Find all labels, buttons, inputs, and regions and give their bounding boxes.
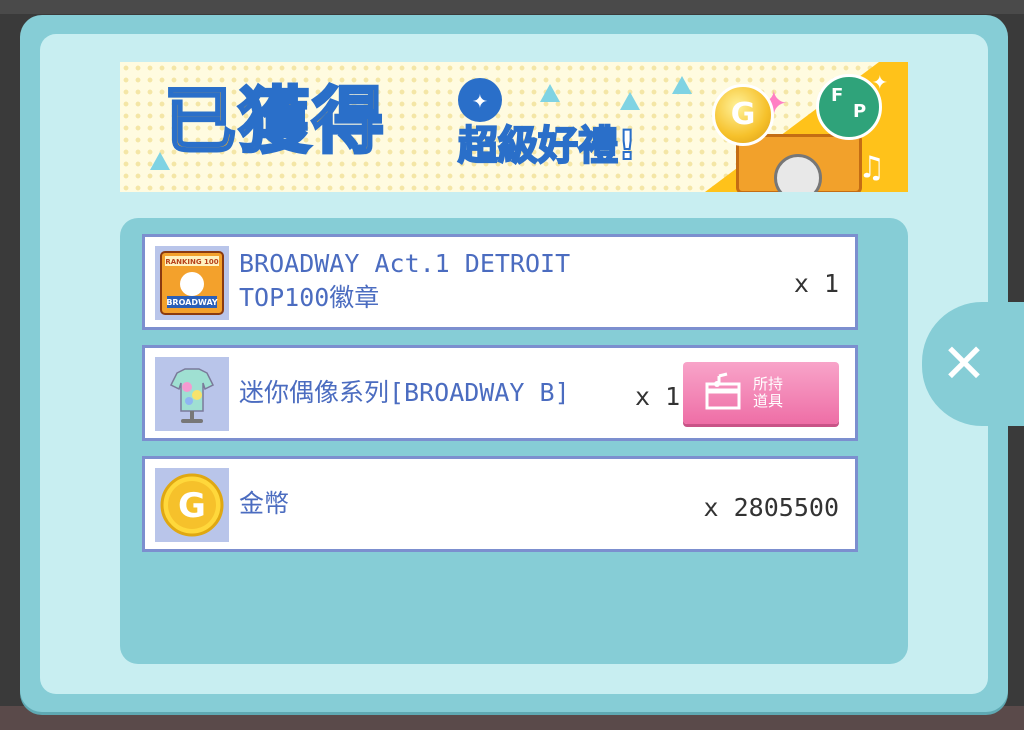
- owned-items-button[interactable]: 所持 道具: [683, 362, 839, 424]
- tshirt-icon: [155, 357, 229, 431]
- triangle-decoration: [540, 84, 560, 102]
- item-box-icon: [705, 372, 741, 410]
- badge-main-text: BROADWAY: [166, 298, 218, 307]
- clover-letter: F: [831, 85, 844, 106]
- background-top: [0, 0, 1024, 14]
- triangle-decoration: [620, 92, 640, 110]
- reward-quantity: x 1: [635, 382, 681, 411]
- reward-name: 金幣: [239, 489, 290, 518]
- banner-title: 已獲得: [162, 78, 387, 165]
- gold-coin-icon: G: [712, 84, 774, 146]
- reward-name-line2: TOP100徽章: [239, 283, 380, 312]
- reward-banner: 已獲得 ✦ 超級好禮! ✦ G F P ♫ ✦: [120, 62, 908, 192]
- reward-row: 迷你偶像系列[BROADWAY B] x 1 所持 道具: [142, 345, 858, 441]
- reward-row: RANKING 100 BROADWAY BROADWAY Act.1 DETR…: [142, 234, 858, 330]
- gold-coin-icon: G: [155, 468, 229, 542]
- close-icon[interactable]: ✕: [936, 320, 992, 408]
- clover-letter: P: [853, 101, 867, 122]
- reward-name: 迷你偶像系列[BROADWAY B]: [239, 378, 570, 407]
- coin-letter: G: [178, 486, 206, 526]
- music-note-icon: ♫: [862, 148, 882, 186]
- sparkle-icon: ✦: [872, 66, 888, 96]
- owned-items-label: 所持 道具: [753, 375, 784, 410]
- badge-icon: RANKING 100 BROADWAY: [155, 246, 229, 320]
- badge-top-text: RANKING 100: [165, 258, 218, 266]
- reward-name: BROADWAY Act.1 DETROIT: [239, 249, 571, 278]
- reward-row: G 金幣 x 2805500: [142, 456, 858, 552]
- triangle-decoration: [672, 76, 692, 94]
- reward-quantity: x 2805500: [703, 493, 839, 522]
- reward-quantity: x 1: [793, 269, 839, 298]
- banner-subtitle: 超級好禮!: [457, 122, 637, 170]
